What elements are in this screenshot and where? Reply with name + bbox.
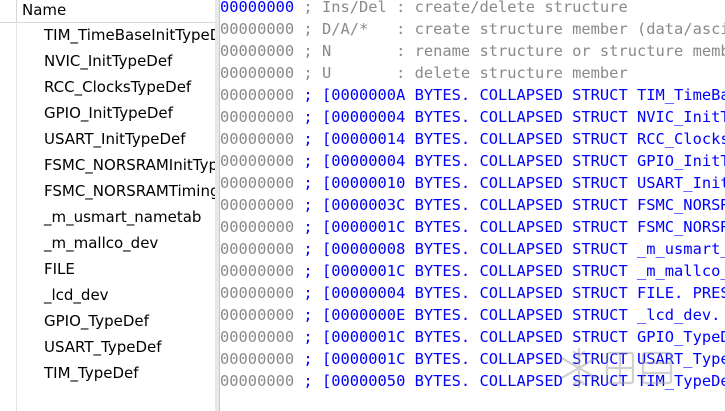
structure-name-list: TIM_TimeBaseInitTypeDef NVIC_InitTypeDef… [0, 22, 215, 386]
struct-list-item[interactable]: RCC_ClocksTypeDef [0, 74, 215, 100]
line-address: 00000000 [220, 64, 295, 82]
collapsed-struct-text: ; [00000008 BYTES. COLLAPSED STRUCT _m_u… [303, 240, 725, 258]
collapsed-struct-text: ; [00000004 BYTES. COLLAPSED STRUCT FILE… [303, 284, 725, 302]
help-comment: ; D/A/* : create structure member (data/… [303, 20, 725, 38]
help-line[interactable]: 00000000 ; U : delete structure member [220, 62, 628, 84]
name-column-header[interactable]: Name [0, 0, 215, 23]
collapsed-struct-text: ; [0000000E BYTES. COLLAPSED STRUCT _lcd… [303, 306, 721, 324]
line-address: 00000000 [220, 130, 295, 148]
struct-list-item[interactable]: USART_InitTypeDef [0, 126, 215, 152]
collapsed-struct-text: ; [00000004 BYTES. COLLAPSED STRUCT NVIC… [303, 108, 725, 126]
help-comment: ; N : rename structure or structure memb… [294, 42, 725, 60]
struct-list-item[interactable]: _lcd_dev [0, 282, 215, 308]
collapsed-struct-line[interactable]: 00000000 ; [0000001C BYTES. COLLAPSED ST… [220, 216, 725, 238]
collapsed-struct-line[interactable]: 00000000 ; [0000003C BYTES. COLLAPSED ST… [220, 194, 725, 216]
help-comment: ; Ins/Del : create/delete structure [294, 0, 628, 16]
ida-structures-window: Name TIM_TimeBaseInitTypeDef NVIC_InitTy… [0, 0, 725, 411]
struct-list-item[interactable]: GPIO_TypeDef [0, 308, 215, 334]
collapsed-struct-text: ; [00000010 BYTES. COLLAPSED STRUCT USAR… [303, 174, 725, 192]
struct-list-item[interactable]: _m_usmart_nametab [0, 204, 215, 230]
column-separator [16, 0, 17, 22]
collapsed-struct-text: ; [0000000A BYTES. COLLAPSED STRUCT TIM_… [303, 86, 725, 104]
struct-list-item[interactable]: _m_mallco_dev [0, 230, 215, 256]
line-address: 00000000 [220, 218, 295, 236]
collapsed-struct-line[interactable]: 00000000 ; [00000010 BYTES. COLLAPSED ST… [220, 172, 725, 194]
struct-list-item[interactable]: TIM_TimeBaseInitTypeDef [0, 22, 215, 48]
line-address: 00000000 [220, 262, 295, 280]
collapsed-struct-line[interactable]: 00000000 ; [0000001C BYTES. COLLAPSED ST… [220, 260, 725, 282]
line-address: 00000000 [220, 174, 295, 192]
struct-list-item[interactable]: FSMC_NORSRAMTimingInitTypeDef [0, 178, 215, 204]
line-address: 00000000 [220, 0, 295, 16]
line-address: 00000000 [220, 108, 295, 126]
line-address: 00000000 [220, 152, 295, 170]
line-address: 00000000 [220, 86, 295, 104]
line-address: 00000000 [220, 240, 295, 258]
line-address: 00000000 [220, 20, 295, 38]
struct-list-item[interactable]: FSMC_NORSRAMInitTypeDef [0, 152, 215, 178]
line-address: 00000000 [220, 196, 295, 214]
help-comment: ; U : delete structure member [294, 64, 628, 82]
struct-list-item[interactable]: NVIC_InitTypeDef [0, 48, 215, 74]
help-line[interactable]: 00000000 ; Ins/Del : create/delete struc… [220, 0, 628, 18]
line-address: 00000000 [220, 372, 295, 390]
collapsed-struct-line[interactable]: 00000000 ; [00000008 BYTES. COLLAPSED ST… [220, 238, 725, 260]
collapsed-struct-text: ; [0000001C BYTES. COLLAPSED STRUCT _m_m… [303, 262, 725, 280]
collapsed-struct-line[interactable]: 00000000 ; [00000004 BYTES. COLLAPSED ST… [220, 150, 725, 172]
collapsed-struct-text: ; [00000014 BYTES. COLLAPSED STRUCT RCC_… [303, 130, 725, 148]
line-address: 00000000 [220, 328, 295, 346]
structures-name-panel: Name TIM_TimeBaseInitTypeDef NVIC_InitTy… [0, 0, 216, 411]
collapsed-struct-text: ; [0000001C BYTES. COLLAPSED STRUCT FSMC… [303, 218, 725, 236]
name-column-label: Name [22, 1, 67, 19]
collapsed-struct-line[interactable]: 00000000 ; [0000000E BYTES. COLLAPSED ST… [220, 304, 725, 326]
snowflake-watermark-icon [561, 347, 673, 389]
line-address: 00000000 [220, 306, 295, 324]
line-address: 00000000 [220, 42, 295, 60]
struct-list-item[interactable]: TIM_TypeDef [0, 360, 215, 386]
struct-list-item[interactable]: FILE [0, 256, 215, 282]
collapsed-struct-line[interactable]: 00000000 ; [00000004 BYTES. COLLAPSED ST… [220, 282, 725, 304]
struct-list-item[interactable]: GPIO_InitTypeDef [0, 100, 215, 126]
line-address: 00000000 [220, 284, 295, 302]
collapsed-struct-text: ; [0000003C BYTES. COLLAPSED STRUCT FSMC… [303, 196, 725, 214]
collapsed-struct-line[interactable]: 00000000 ; [00000004 BYTES. COLLAPSED ST… [220, 106, 725, 128]
help-line[interactable]: 00000000 ; N : rename structure or struc… [220, 40, 725, 62]
help-line[interactable]: 00000000 ; D/A/* : create structure memb… [220, 18, 725, 40]
struct-list-item[interactable]: USART_TypeDef [0, 334, 215, 360]
collapsed-struct-text: ; [00000004 BYTES. COLLAPSED STRUCT GPIO… [303, 152, 725, 170]
collapsed-struct-line[interactable]: 00000000 ; [00000014 BYTES. COLLAPSED ST… [220, 128, 725, 150]
collapsed-struct-line[interactable]: 00000000 ; [0000000A BYTES. COLLAPSED ST… [220, 84, 725, 106]
line-address: 00000000 [220, 350, 295, 368]
